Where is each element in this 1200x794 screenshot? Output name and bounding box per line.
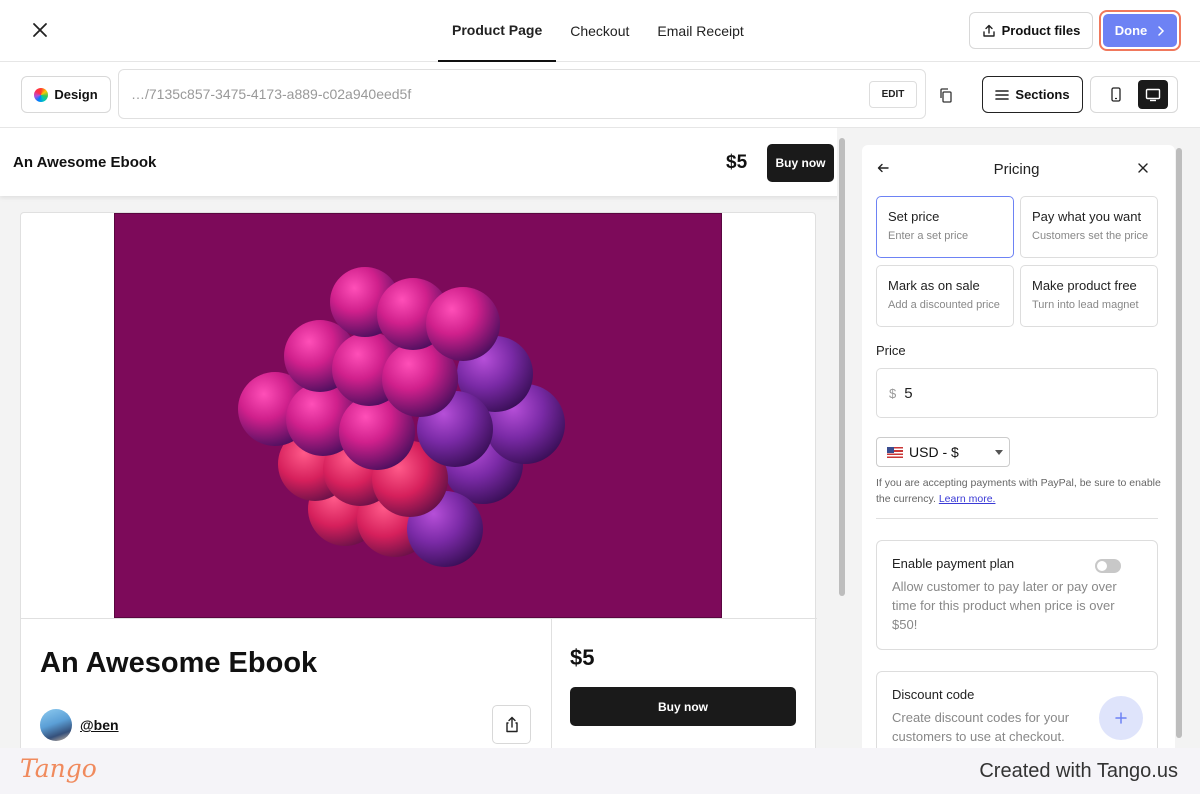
share-button[interactable] bbox=[492, 705, 531, 744]
product-url-field: …/7135c857-3475-4173-a889-c02a940eed5f E… bbox=[118, 69, 926, 119]
tab-checkout[interactable]: Checkout bbox=[556, 0, 643, 62]
tango-footer: Tango Created with Tango.us bbox=[0, 748, 1200, 794]
price-value: 5 bbox=[904, 384, 913, 402]
payment-plan-toggle[interactable] bbox=[1095, 559, 1121, 573]
product-files-label: Product files bbox=[1001, 23, 1081, 38]
currency-value: USD - $ bbox=[909, 444, 959, 460]
color-wheel-icon bbox=[34, 87, 49, 102]
chevron-right-icon bbox=[1158, 25, 1165, 36]
editor-toolbar: Design …/7135c857-3475-4173-a889-c02a940… bbox=[0, 62, 1200, 128]
price-input[interactable]: $ 5 bbox=[876, 368, 1158, 418]
discount-code-title: Discount code bbox=[892, 687, 975, 702]
option-title: Set price bbox=[888, 209, 940, 224]
top-bar: Product Page Checkout Email Receipt Prod… bbox=[0, 0, 1200, 62]
author-link[interactable]: @ben bbox=[40, 709, 119, 741]
option-title: Mark as on sale bbox=[888, 278, 980, 293]
desktop-view-icon[interactable] bbox=[1137, 80, 1168, 109]
discount-code-description: Create discount codes for your customers… bbox=[892, 710, 1070, 744]
us-flag-icon bbox=[887, 446, 903, 458]
paypal-note-text: If you are accepting payments with PayPa… bbox=[876, 477, 1161, 505]
option-set-price[interactable]: Set price Enter a set price bbox=[876, 196, 1014, 258]
device-toggle bbox=[1090, 76, 1178, 113]
option-subtitle: Turn into lead magnet bbox=[1032, 299, 1139, 311]
option-subtitle: Add a discounted price bbox=[888, 299, 1000, 311]
done-button[interactable]: Done bbox=[1099, 10, 1181, 51]
tango-logo: Tango bbox=[20, 754, 97, 783]
currency-symbol: $ bbox=[889, 385, 897, 401]
product-preview: An Awesome Ebook $5 Buy now An Awesome E… bbox=[0, 128, 847, 748]
product-title: An Awesome Ebook bbox=[40, 647, 318, 679]
pricing-title: Pricing bbox=[993, 161, 1040, 178]
payment-plan-card: Enable payment plan Allow customer to pa… bbox=[876, 540, 1158, 650]
card-divider bbox=[21, 618, 817, 619]
product-files-button[interactable]: Product files bbox=[969, 12, 1093, 49]
add-discount-button[interactable] bbox=[1099, 696, 1143, 740]
card-divider-vertical bbox=[551, 618, 552, 748]
preview-header-price: $5 bbox=[726, 152, 748, 173]
panel-divider bbox=[876, 518, 1158, 519]
page-tabs: Product Page Checkout Email Receipt bbox=[438, 0, 758, 62]
tab-email-receipt[interactable]: Email Receipt bbox=[643, 0, 757, 62]
chevron-down-icon bbox=[995, 450, 1003, 455]
done-label: Done bbox=[1114, 23, 1148, 38]
option-make-free[interactable]: Make product free Turn into lead magnet bbox=[1020, 265, 1158, 327]
copy-icon[interactable] bbox=[935, 84, 957, 106]
tab-product-page[interactable]: Product Page bbox=[438, 0, 557, 62]
option-title: Pay what you want bbox=[1032, 209, 1142, 224]
upload-icon bbox=[982, 24, 995, 37]
learn-more-link[interactable]: Learn more. bbox=[939, 493, 996, 505]
pricing-panel: Pricing Set price Enter a set price Pay … bbox=[862, 145, 1175, 755]
sections-button[interactable]: Sections bbox=[982, 76, 1083, 113]
product-cover-image[interactable] bbox=[114, 213, 722, 618]
preview-scrollbar-thumb[interactable] bbox=[839, 138, 845, 596]
share-icon bbox=[505, 716, 518, 733]
preview-header-buy-button[interactable]: Buy now bbox=[767, 144, 834, 182]
edit-url-button[interactable]: EDIT bbox=[869, 81, 917, 108]
currency-select[interactable]: USD - $ bbox=[876, 437, 1010, 467]
preview-header: An Awesome Ebook $5 Buy now bbox=[0, 128, 847, 196]
option-title: Make product free bbox=[1032, 278, 1137, 293]
design-label: Design bbox=[54, 87, 98, 102]
preview-header-title: An Awesome Ebook bbox=[13, 154, 157, 171]
buy-now-button[interactable]: Buy now bbox=[570, 687, 796, 726]
menu-icon bbox=[995, 89, 1010, 100]
paypal-note: If you are accepting payments with PayPa… bbox=[876, 475, 1166, 507]
panel-scrollbar-thumb[interactable] bbox=[1176, 148, 1182, 738]
price-label: Price bbox=[876, 343, 906, 358]
plus-icon bbox=[1115, 712, 1127, 724]
created-with-text: Created with Tango.us bbox=[979, 760, 1178, 782]
close-icon[interactable] bbox=[26, 16, 54, 44]
option-subtitle: Enter a set price bbox=[888, 230, 969, 242]
avatar bbox=[40, 709, 72, 741]
close-panel-icon[interactable] bbox=[1134, 159, 1152, 177]
mobile-view-icon[interactable] bbox=[1101, 80, 1131, 109]
product-card: An Awesome Ebook @ben $5 Buy now bbox=[20, 212, 817, 748]
payment-plan-description: Allow customer to pay later or pay over … bbox=[892, 579, 1117, 632]
design-button[interactable]: Design bbox=[21, 76, 111, 113]
sections-label: Sections bbox=[1015, 87, 1070, 102]
author-name: @ben bbox=[80, 717, 119, 733]
product-price: $5 bbox=[570, 645, 595, 670]
discount-code-card: Discount code Create discount codes for … bbox=[876, 671, 1158, 755]
option-mark-on-sale[interactable]: Mark as on sale Add a discounted price bbox=[876, 265, 1014, 327]
option-subtitle: Customers set the price bbox=[1032, 230, 1149, 242]
product-url-text: …/7135c857-3475-4173-a889-c02a940eed5f bbox=[131, 86, 412, 102]
option-pay-what-you-want[interactable]: Pay what you want Customers set the pric… bbox=[1020, 196, 1158, 258]
